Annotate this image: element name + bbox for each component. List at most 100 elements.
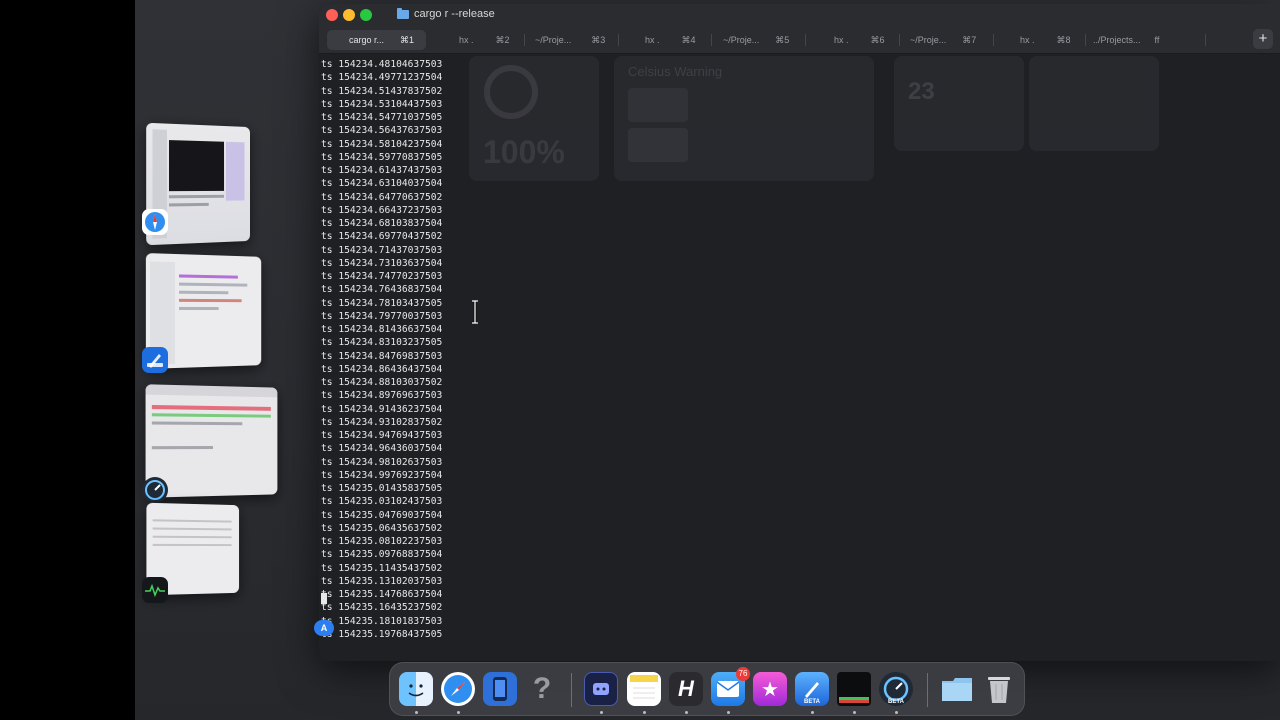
terminal-line: ts 154234.48104637503 (321, 58, 442, 71)
notes-icon (630, 675, 658, 699)
terminal-line: ts 154234.96436037504 (321, 442, 442, 455)
line-prefix: ts (321, 324, 333, 335)
timestamp-value: 154234.99769237504 (338, 469, 443, 481)
instruments-icon[interactable] (142, 477, 168, 503)
dock-item-instruments[interactable]: BETA (879, 672, 913, 706)
tab-3[interactable]: ~/Proje... ⌘3 (535, 30, 615, 50)
tab-separator (899, 34, 900, 46)
safari-icon (444, 675, 472, 703)
safari-icon[interactable] (142, 209, 168, 235)
terminal-line: ts 154235.09768837504 (321, 548, 442, 561)
terminal-line: ts 154234.51437837502 (321, 85, 442, 98)
tab-label: ~/Proje... (910, 35, 947, 45)
desktop: cargo r --release cargo r... ⌘1 hx . ⌘2 … (0, 0, 1280, 720)
running-indicator (727, 711, 730, 714)
minimize-button[interactable] (343, 9, 355, 21)
dock-item-xcode[interactable]: BETA (795, 672, 829, 706)
line-prefix: ts (321, 297, 333, 309)
xcode-beta-icon[interactable] (142, 347, 168, 373)
terminal-line: ts 154235.06435637502 (321, 522, 442, 535)
dock-item-simulator[interactable] (483, 672, 517, 706)
running-indicator (600, 711, 603, 714)
dock-item-notes[interactable] (627, 672, 661, 706)
window-title: cargo r --release (397, 7, 495, 20)
terminal-line: ts 154235.08102237503 (321, 535, 442, 548)
tab-bar: cargo r... ⌘1 hx . ⌘2 ~/Proje... ⌘3 hx .… (319, 26, 1280, 54)
tab-7[interactable]: ~/Proje... ⌘7 (910, 30, 990, 50)
tab-shortcut: ⌘8 (1056, 34, 1071, 45)
tab-label: ~/Proje... (723, 35, 760, 45)
tab-label: cargo r... (349, 35, 385, 45)
running-indicator (853, 711, 856, 714)
timestamp-value: 154234.53104437503 (338, 98, 443, 110)
timestamp-value: 154234.49771237504 (338, 72, 443, 84)
dock-item-downloads[interactable] (940, 672, 974, 706)
new-tab-button[interactable]: + (1253, 29, 1273, 49)
tab-shortcut: ⌘1 (400, 34, 415, 45)
line-prefix: ts (321, 562, 333, 574)
tab-label: ~/Proje... (535, 35, 572, 45)
line-prefix: ts (321, 469, 333, 481)
tab-4[interactable]: hx . ⌘4 (645, 30, 705, 50)
terminal-line: ts 154234.68103837504 (321, 217, 442, 230)
dock-item-finder[interactable] (399, 672, 433, 706)
tab-8[interactable]: hx . ⌘8 (1020, 30, 1080, 50)
terminal-line: ts 154234.73103637504 (321, 257, 442, 270)
tab-9[interactable]: ../Projects... ff (1093, 30, 1189, 50)
line-prefix: ts (321, 522, 333, 534)
zoom-button[interactable] (360, 9, 372, 21)
timestamp-value: 154234.76436837504 (338, 284, 443, 296)
close-button[interactable] (326, 9, 338, 21)
terminal-line: ts 154235.18101837503 (321, 615, 442, 628)
dock-item-helix[interactable]: H (669, 672, 703, 706)
line-prefix: ts (321, 575, 333, 587)
line-prefix: ts (321, 72, 333, 84)
input-source-badge: A (314, 620, 334, 636)
activity-monitor-icon[interactable] (142, 577, 168, 603)
tab-separator (1085, 34, 1086, 46)
tab-5[interactable]: ~/Proje... ⌘5 (723, 30, 803, 50)
line-prefix: ts (321, 178, 333, 190)
beta-label: BETA (804, 699, 820, 705)
dock-item-itunes-store[interactable]: ★ (753, 672, 787, 706)
mail-icon (716, 681, 740, 697)
tab-2[interactable]: hx . ⌘2 (459, 30, 519, 50)
timestamp-value: 154234.63104037504 (338, 178, 443, 190)
timestamp-value: 154234.74770237503 (338, 271, 443, 282)
terminal-line: ts 154234.81436637504 (321, 323, 442, 336)
line-prefix: ts (321, 310, 333, 322)
timestamp-value: 154234.79770037503 (338, 310, 443, 322)
tab-1[interactable]: cargo r... ⌘1 (327, 30, 426, 50)
title-bar[interactable]: cargo r --release (319, 4, 1280, 26)
dock-item-mail[interactable]: 76 (711, 667, 750, 706)
timestamp-value: 154234.48104637503 (338, 59, 443, 70)
timestamp-value: 154234.54771037505 (338, 112, 443, 123)
tab-shortcut: ⌘2 (495, 34, 510, 45)
star-icon: ★ (761, 678, 779, 701)
timestamp-value: 154234.83103237505 (338, 337, 443, 349)
timestamp-value: 154234.89769637503 (338, 390, 443, 402)
dock-item-safari[interactable] (441, 672, 475, 706)
tab-label: hx . (1020, 35, 1035, 45)
line-prefix: ts (321, 112, 333, 123)
terminal-window[interactable]: cargo r --release cargo r... ⌘1 hx . ⌘2 … (319, 4, 1280, 661)
dock-item-help[interactable]: ? (525, 672, 559, 706)
timestamp-value: 154234.96436037504 (338, 443, 443, 455)
terminal-cursor (321, 593, 327, 604)
terminal-line: ts 154234.98102637503 (321, 456, 442, 469)
line-prefix: ts (321, 257, 333, 269)
timestamp-value: 154234.98102637503 (338, 456, 443, 468)
dock-item-trash[interactable] (982, 672, 1016, 706)
terminal-line: ts 154234.56437637503 (321, 124, 442, 137)
terminal-line: ts 154234.54771037505 (321, 111, 442, 124)
tab-6[interactable]: hx . ⌘6 (834, 30, 894, 50)
dock-item-activity[interactable] (837, 672, 871, 706)
window-title-text: cargo r --release (414, 8, 495, 20)
dock-item-capture[interactable] (584, 672, 618, 706)
terminal-output[interactable]: ts 154234.48104637503 ts 154234.497712375… (319, 56, 1280, 661)
line-prefix: ts (321, 363, 333, 375)
timestamp-value: 154235.03102437503 (338, 496, 443, 508)
line-prefix: ts (321, 231, 333, 243)
timestamp-value: 154234.91436237504 (338, 403, 443, 415)
tab-label: hx . (459, 35, 474, 45)
